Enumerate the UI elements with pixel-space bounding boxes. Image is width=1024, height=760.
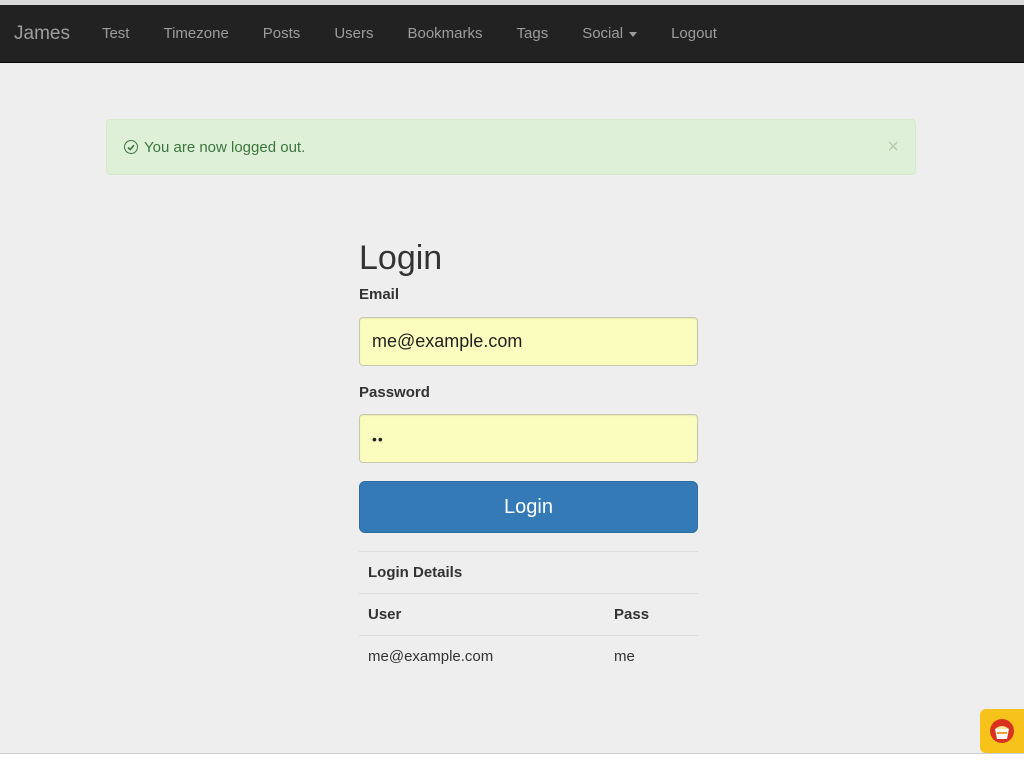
navbar-brand[interactable]: James — [14, 5, 70, 62]
email-label: Email — [359, 286, 400, 303]
top-navbar: James Test Timezone Posts Users Bookmark… — [0, 5, 1024, 63]
column-header-user: User — [359, 593, 605, 636]
alert-close-button[interactable]: × — [887, 136, 899, 158]
cell-user: me@example.com — [359, 635, 605, 677]
password-label: Password — [359, 384, 430, 401]
login-form: Login Email Password •• Login Login Deta… — [359, 232, 698, 677]
cake-helper-button[interactable] — [980, 709, 1024, 753]
nav-item-logout[interactable]: Logout — [654, 5, 734, 62]
logout-success-alert: You are now logged out. × — [106, 119, 916, 175]
check-mark-icon — [127, 144, 135, 151]
login-details-table: Login Details User Pass me@example.com m… — [359, 551, 698, 677]
check-circle-icon — [124, 140, 138, 154]
nav-item-bookmarks[interactable]: Bookmarks — [390, 5, 499, 62]
table-caption: Login Details — [359, 551, 698, 594]
caret-down-icon — [629, 31, 638, 37]
login-button[interactable]: Login — [359, 481, 698, 533]
nav-item-posts[interactable]: Posts — [246, 5, 318, 62]
cell-pass: me — [605, 635, 698, 677]
page-title: Login — [359, 239, 443, 277]
password-mask: •• — [372, 430, 384, 447]
nav-item-social-dropdown[interactable]: Social — [565, 5, 654, 62]
nav-item-tags[interactable]: Tags — [500, 5, 566, 62]
nav-item-test[interactable]: Test — [85, 5, 147, 62]
column-header-pass: Pass — [605, 593, 698, 636]
table-row: me@example.com me — [359, 635, 698, 677]
nav-item-social-label: Social — [582, 25, 624, 42]
alert-message: You are now logged out. — [144, 138, 306, 156]
nav-item-timezone[interactable]: Timezone — [146, 5, 245, 62]
cake-helper-icon — [990, 719, 1014, 743]
email-field[interactable] — [359, 317, 698, 366]
nav-item-users[interactable]: Users — [317, 5, 390, 62]
password-field[interactable]: •• — [359, 414, 698, 463]
table-caption-row: Login Details — [359, 551, 698, 594]
table-header-row: User Pass — [359, 593, 698, 636]
